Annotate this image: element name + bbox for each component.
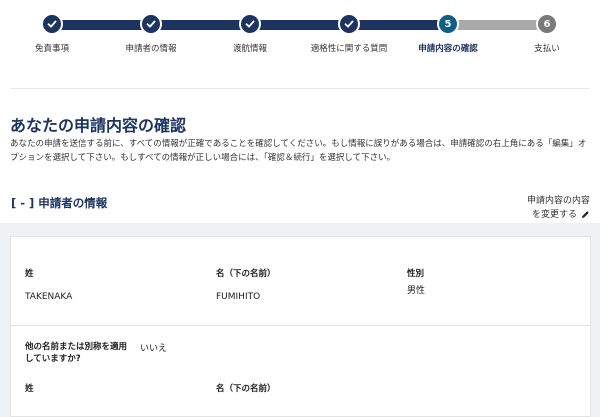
progress-track-remaining [448, 20, 548, 30]
edit-link-line2: を変更する [531, 210, 577, 220]
check-icon [338, 13, 360, 35]
alias-surname-label: 姓 [25, 384, 34, 394]
given-name-label: 名（下の名前） [216, 269, 276, 279]
pencil-icon [581, 210, 590, 219]
section-toggle-applicant-info[interactable]: [ - ] 申請者の情報 [11, 195, 107, 211]
check-icon [41, 13, 63, 35]
step-number: 6 [536, 13, 558, 35]
step-number: 5 [437, 13, 459, 35]
surname-label: 姓 [25, 269, 34, 279]
page-title: あなたの申請内容の確認 [10, 116, 187, 135]
step-label: 免責事項 [34, 44, 69, 54]
applicant-info-card: 姓 TAKENAKA 名（下の名前） FUMIHITO 性別 男性 他の名前また… [10, 236, 591, 417]
step-label: 申請者の情報 [125, 44, 177, 54]
check-icon [239, 13, 261, 35]
alias-answer: いいえ [140, 344, 168, 354]
edit-application-link[interactable]: 申請内容の内容 を変更する [527, 194, 590, 222]
edit-link-line1: 申請内容の内容 [526, 196, 590, 206]
given-name-value: FUMIHITO [216, 292, 261, 302]
divider [11, 325, 590, 326]
alias-given-name-label: 名（下の名前） [216, 384, 276, 394]
step-label: 申請内容の確認 [418, 44, 478, 54]
page-description: あなたの申請を送信する前に、すべての情報が正確であることを確認してください。もし… [10, 139, 587, 163]
surname-value: TAKENAKA [25, 292, 73, 302]
step-label: 支払い [534, 44, 560, 54]
check-icon [140, 13, 162, 35]
progress-stepper: 免責事項 申請者の情報 渡航情報 適格性に関する質問 5 申請内容の確認 6 支… [0, 0, 600, 70]
divider [10, 88, 590, 89]
alias-question: 他の名前または別称を適用していますか? [25, 342, 128, 364]
gender-value: 男性 [407, 286, 426, 296]
gender-label: 性別 [407, 269, 425, 279]
step-label: 渡航情報 [232, 44, 267, 54]
step-label: 適格性に関する質問 [310, 44, 388, 54]
